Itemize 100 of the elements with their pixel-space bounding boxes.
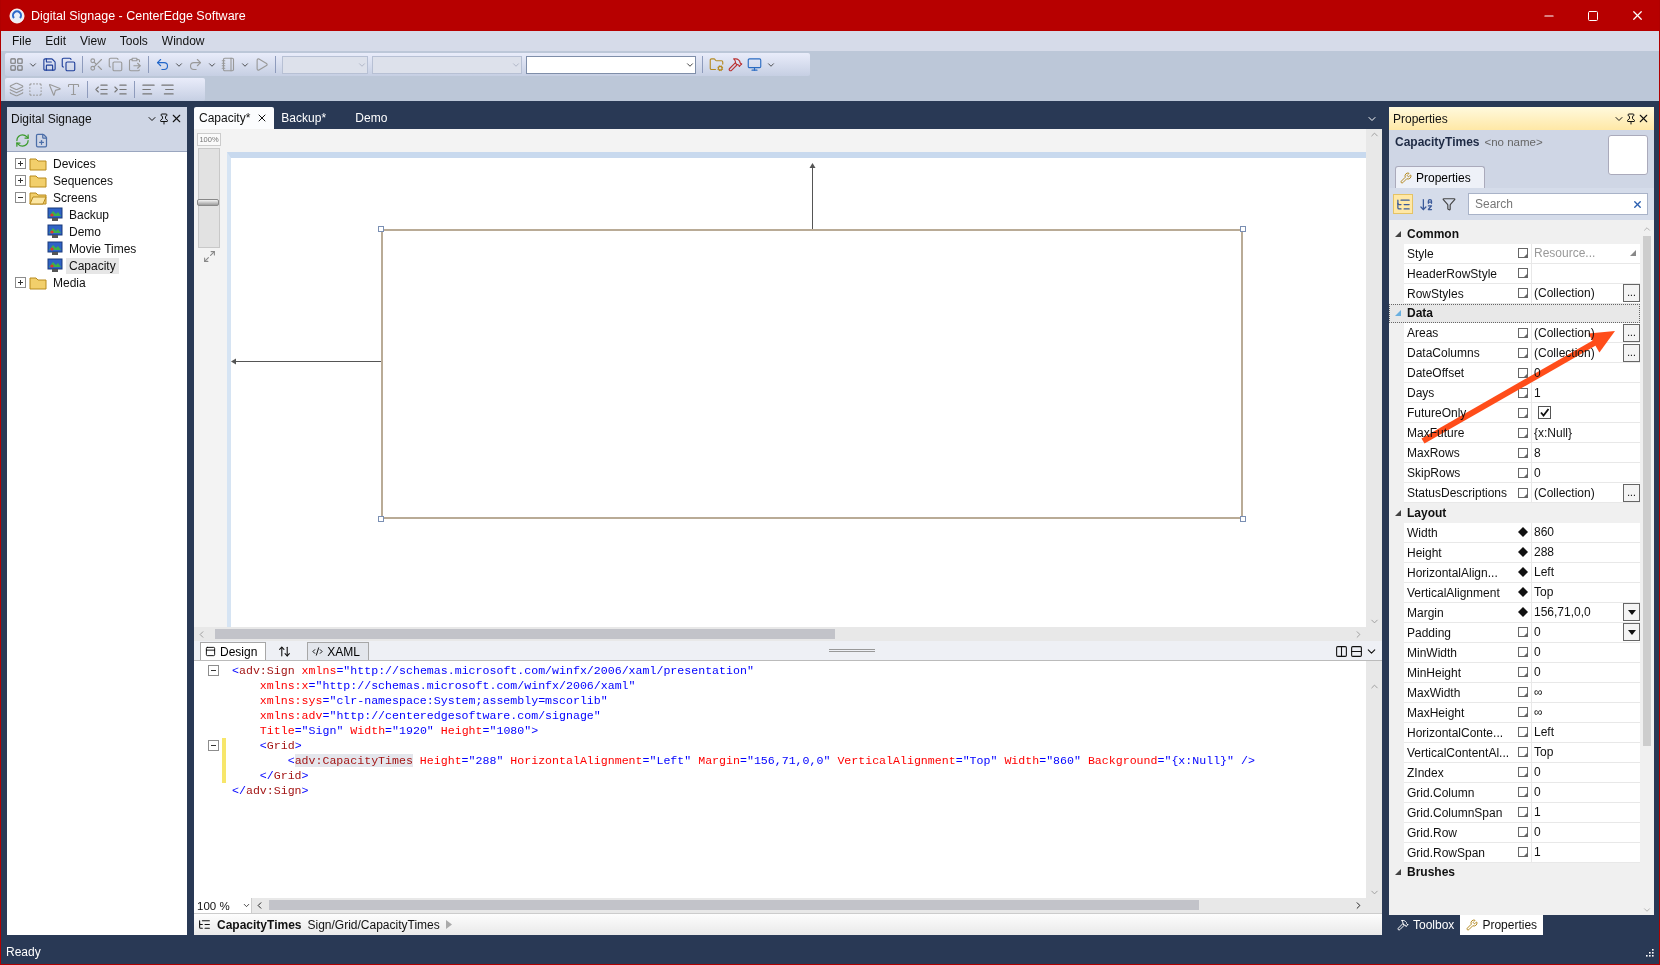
square-icon[interactable] bbox=[1517, 847, 1528, 857]
square-icon[interactable] bbox=[1517, 248, 1528, 258]
swap-icon[interactable] bbox=[278, 645, 292, 658]
menu-item[interactable]: File bbox=[5, 34, 39, 48]
indent-icon[interactable] bbox=[113, 82, 128, 97]
menu-item[interactable]: Window bbox=[154, 34, 212, 48]
square-icon[interactable] bbox=[1517, 347, 1528, 358]
section-header[interactable]: Layout bbox=[1389, 503, 1640, 523]
zoom-slider[interactable] bbox=[198, 148, 220, 248]
resize-handle[interactable] bbox=[1240, 516, 1246, 522]
square-icon[interactable] bbox=[1517, 747, 1528, 757]
scroll-thumb[interactable] bbox=[215, 629, 835, 639]
square-icon[interactable] bbox=[1517, 268, 1528, 278]
expander-icon[interactable] bbox=[1394, 508, 1402, 517]
outline-icon[interactable] bbox=[198, 918, 211, 931]
square-icon[interactable] bbox=[1517, 627, 1528, 637]
square-icon[interactable] bbox=[1517, 487, 1528, 498]
diamond-icon[interactable] bbox=[1517, 567, 1528, 577]
save-all-icon[interactable] bbox=[61, 57, 76, 72]
collapse-icon[interactable] bbox=[15, 192, 26, 203]
split-vertical-icon[interactable] bbox=[1335, 645, 1348, 658]
save-icon[interactable] bbox=[42, 57, 57, 72]
tree-item[interactable]: Demo bbox=[66, 223, 104, 240]
panel-tab[interactable]: Toolbox bbox=[1391, 915, 1461, 935]
checkbox[interactable] bbox=[1538, 406, 1551, 419]
menu-item[interactable]: View bbox=[73, 34, 113, 48]
maximize-icon[interactable] bbox=[1587, 9, 1599, 22]
expander-icon[interactable] bbox=[1394, 868, 1402, 877]
collapse-icon[interactable] bbox=[208, 740, 219, 751]
tree-item[interactable]: Media bbox=[50, 274, 89, 291]
code-icon[interactable] bbox=[312, 646, 324, 657]
section-header[interactable]: Data bbox=[1389, 303, 1640, 323]
diamond-icon[interactable] bbox=[1517, 587, 1528, 597]
breadcrumb-path[interactable]: Sign/Grid/CapacityTimes bbox=[307, 917, 440, 932]
square-icon[interactable] bbox=[1517, 387, 1528, 398]
split-horizontal-icon[interactable] bbox=[1350, 645, 1363, 658]
design-icon[interactable] bbox=[205, 646, 216, 657]
menu-item[interactable]: Edit bbox=[38, 34, 74, 48]
properties-tab[interactable]: Properties bbox=[1395, 166, 1485, 188]
square-icon[interactable] bbox=[1517, 427, 1528, 438]
clear-icon[interactable] bbox=[1632, 198, 1643, 210]
square-icon[interactable] bbox=[1517, 767, 1528, 777]
square-icon[interactable] bbox=[1517, 687, 1528, 697]
diamond-icon[interactable] bbox=[1517, 607, 1528, 617]
square-icon[interactable] bbox=[1517, 407, 1528, 418]
view-tab[interactable]: XAML bbox=[307, 642, 370, 660]
clipboard-icon[interactable] bbox=[127, 57, 142, 72]
tools-icon[interactable] bbox=[728, 57, 743, 72]
caret-icon[interactable] bbox=[1627, 629, 1636, 635]
resize-handle[interactable] bbox=[378, 226, 384, 232]
expand-icon[interactable] bbox=[15, 277, 26, 288]
splitter-grip[interactable] bbox=[829, 649, 875, 652]
align-icon[interactable] bbox=[141, 82, 156, 97]
diamond-icon[interactable] bbox=[1517, 527, 1528, 537]
square-icon[interactable] bbox=[1517, 447, 1528, 458]
square-icon[interactable] bbox=[1517, 288, 1528, 298]
section-header[interactable]: Brushes bbox=[1389, 862, 1640, 882]
square-icon[interactable] bbox=[1517, 367, 1528, 378]
pin-icon[interactable] bbox=[1625, 112, 1637, 125]
diamond-icon[interactable] bbox=[1517, 547, 1528, 557]
fit-icon[interactable] bbox=[202, 250, 216, 263]
tree-item[interactable]: Capacity bbox=[66, 257, 119, 274]
ellipsis-button[interactable]: ... bbox=[1623, 323, 1640, 342]
caret-icon[interactable] bbox=[242, 901, 251, 910]
collapse-icon[interactable] bbox=[208, 665, 219, 676]
slider-thumb[interactable] bbox=[197, 199, 219, 206]
square-icon[interactable] bbox=[1517, 707, 1528, 717]
search-box[interactable]: Search bbox=[1468, 193, 1648, 215]
zoom-field[interactable]: 100 % bbox=[194, 898, 252, 913]
scroll-thumb[interactable] bbox=[269, 900, 1199, 910]
square-icon[interactable] bbox=[1517, 727, 1528, 737]
panel-tab[interactable]: Properties bbox=[1460, 915, 1544, 935]
grid-icon[interactable] bbox=[9, 57, 24, 72]
wrap-icon[interactable] bbox=[160, 82, 175, 97]
folder-settings-icon[interactable] bbox=[709, 57, 724, 72]
resize-grip-icon[interactable] bbox=[1644, 947, 1654, 957]
sort-icon[interactable] bbox=[1418, 196, 1434, 212]
monitor-icon[interactable] bbox=[747, 57, 762, 72]
tree-item[interactable]: Sequences bbox=[50, 172, 117, 189]
document-tab[interactable]: Backup* bbox=[276, 107, 349, 129]
square-icon[interactable] bbox=[1517, 327, 1528, 338]
pin-icon[interactable] bbox=[158, 112, 170, 125]
resize-handle[interactable] bbox=[1240, 226, 1246, 232]
expander-icon[interactable] bbox=[1394, 229, 1402, 238]
document-tab[interactable]: Capacity* bbox=[194, 107, 275, 129]
ellipsis-button[interactable]: ... bbox=[1623, 483, 1640, 502]
filter-icon[interactable] bbox=[1442, 197, 1456, 211]
close-icon[interactable] bbox=[1637, 112, 1650, 125]
tree-item[interactable]: Devices bbox=[50, 155, 99, 172]
expand-icon[interactable] bbox=[15, 158, 26, 169]
resize-handle[interactable] bbox=[378, 516, 384, 522]
close-icon[interactable] bbox=[170, 112, 183, 125]
tree-item[interactable]: Backup bbox=[66, 206, 113, 223]
dropdown-button[interactable] bbox=[1623, 603, 1640, 621]
combo-box[interactable] bbox=[526, 55, 696, 74]
undo-icon[interactable] bbox=[155, 57, 170, 72]
square-icon[interactable] bbox=[1517, 807, 1528, 817]
square-icon[interactable] bbox=[1517, 467, 1528, 478]
section-header[interactable]: Common bbox=[1389, 224, 1640, 244]
tree-item[interactable]: Screens bbox=[50, 189, 101, 206]
